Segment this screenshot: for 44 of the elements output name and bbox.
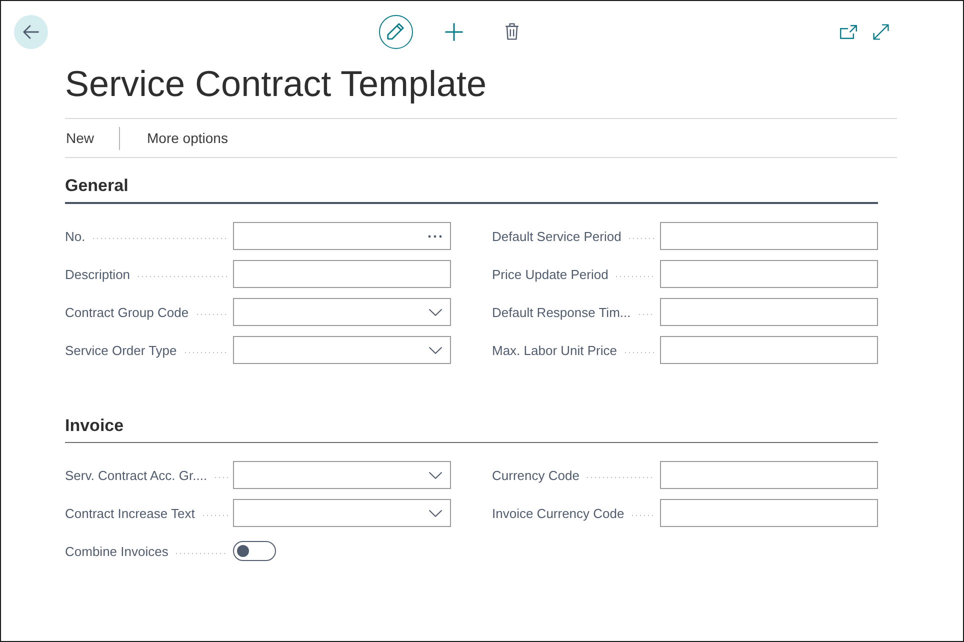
field-label: Contract Group Code <box>65 304 189 320</box>
field-label: Price Update Period <box>492 266 608 282</box>
lookup-field[interactable] <box>233 222 451 250</box>
field-label: Currency Code <box>492 468 580 482</box>
chevron-down-icon <box>429 346 442 354</box>
dropdown-field[interactable] <box>233 298 451 326</box>
box-arrow-icon <box>840 24 856 38</box>
plus-icon <box>444 22 462 40</box>
field-label: No. <box>65 228 86 244</box>
dropdown-field[interactable] <box>233 499 451 527</box>
back-button[interactable] <box>14 14 48 48</box>
field-label: Description <box>65 266 130 282</box>
field-label: Default Response Tim... <box>492 304 631 320</box>
field-label: Contract Increase Text <box>65 506 195 520</box>
input-field[interactable] <box>660 298 878 326</box>
input-field[interactable] <box>660 222 878 250</box>
field-label: Serv. Contract Acc. Gr.... <box>65 468 208 482</box>
field-label: Default Service Period <box>492 228 622 244</box>
action-button[interactable]: New <box>66 130 94 146</box>
section-header[interactable]: Invoice <box>65 410 878 443</box>
page-title: Service Contract Template <box>65 62 488 106</box>
input-field[interactable] <box>660 336 878 364</box>
input-field[interactable] <box>233 260 451 288</box>
section-header[interactable]: General <box>65 170 878 204</box>
field-label: Service Order Type <box>65 342 177 358</box>
action-button[interactable]: More options <box>147 130 228 146</box>
toggle-switch[interactable] <box>233 541 276 561</box>
chevron-down-icon <box>429 510 442 516</box>
field-label: Combine Invoices <box>65 544 168 558</box>
left-arrow-icon <box>23 24 39 38</box>
edit-button[interactable] <box>378 14 412 48</box>
field-label: Max. Labor Unit Price <box>492 342 617 358</box>
chevron-down-icon <box>429 472 442 478</box>
input-field[interactable] <box>660 499 878 527</box>
expand-icon <box>873 24 889 40</box>
ellipsis-icon <box>428 234 442 238</box>
input-field[interactable] <box>660 461 878 489</box>
pencil-icon <box>387 23 404 40</box>
dropdown-field[interactable] <box>233 336 451 364</box>
trash-icon <box>504 23 518 40</box>
dropdown-field[interactable] <box>233 461 451 489</box>
chevron-down-icon <box>429 308 442 316</box>
field-label: Invoice Currency Code <box>492 506 624 520</box>
input-field[interactable] <box>660 260 878 288</box>
